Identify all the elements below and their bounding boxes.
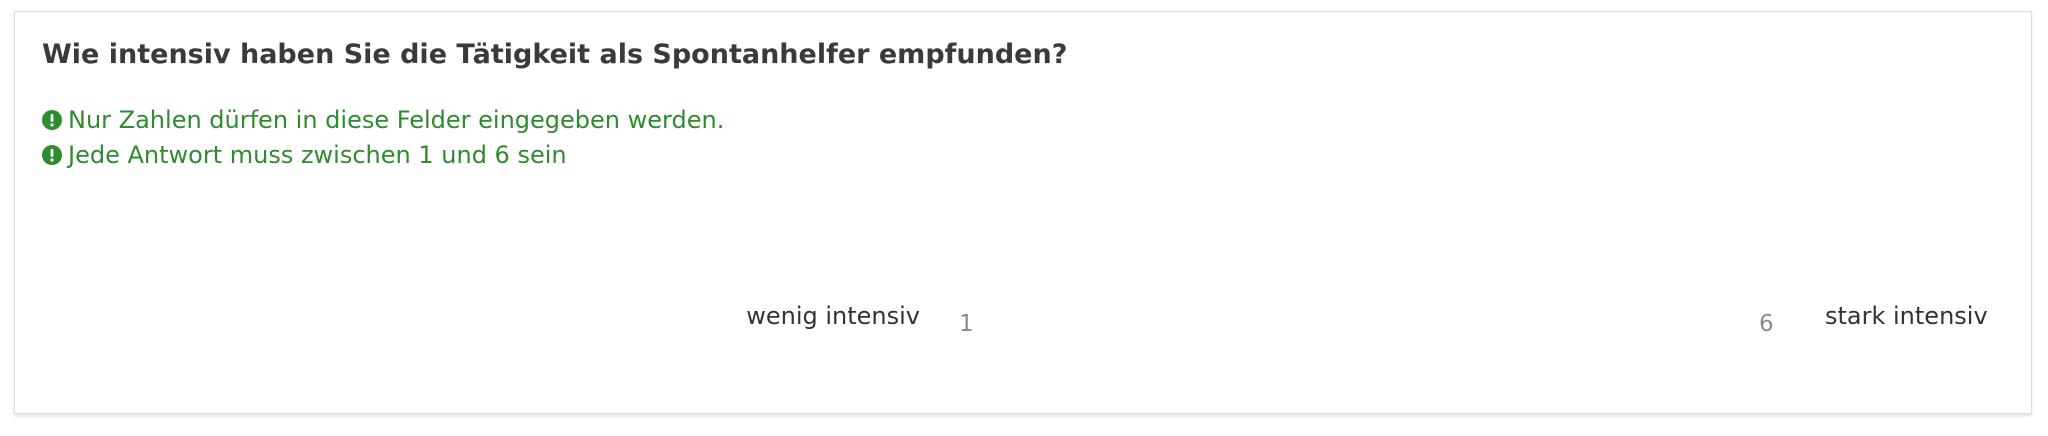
- validation-message-range: Jede Antwort muss zwischen 1 und 6 sein: [42, 137, 724, 172]
- exclamation-circle-icon: [42, 144, 62, 165]
- validation-message-text: Jede Antwort muss zwischen 1 und 6 sein: [68, 140, 567, 169]
- scale-max-tick: 6: [1759, 311, 1774, 337]
- scale-left-label: wenig intensiv: [746, 302, 920, 330]
- exclamation-circle-icon: [42, 109, 62, 130]
- validation-message-numbers-only: Nur Zahlen dürfen in diese Felder eingeg…: [42, 102, 724, 137]
- question-title: Wie intensiv haben Sie die Tätigkeit als…: [42, 39, 1068, 70]
- intensity-slider-row: wenig intensiv 1 6 stark intensiv: [15, 292, 2031, 352]
- intensity-slider[interactable]: [981, 324, 1753, 330]
- scale-min-tick: 1: [959, 311, 974, 337]
- scale-right-label: stark intensiv: [1825, 302, 1988, 330]
- question-card: Wie intensiv haben Sie die Tätigkeit als…: [14, 11, 2032, 414]
- validation-messages: Nur Zahlen dürfen in diese Felder eingeg…: [42, 102, 724, 172]
- validation-message-text: Nur Zahlen dürfen in diese Felder eingeg…: [68, 105, 725, 134]
